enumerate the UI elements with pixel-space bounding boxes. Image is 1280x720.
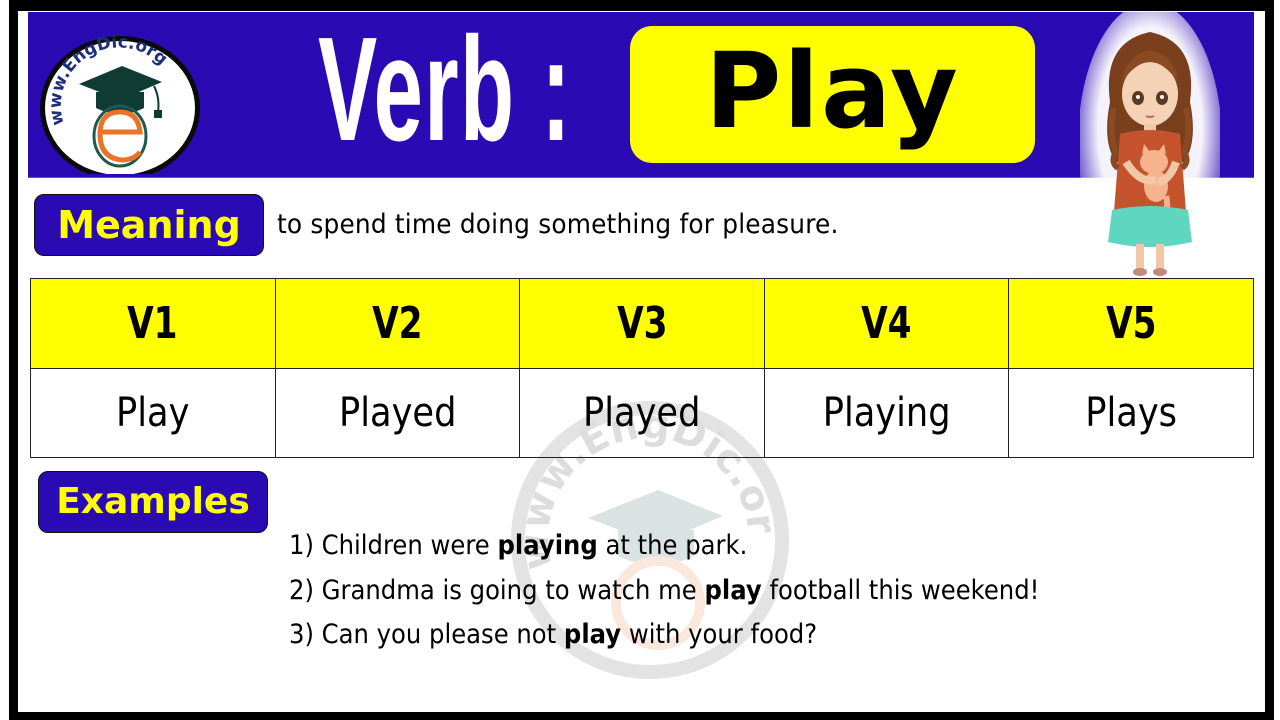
verb-forms-table: V1 V2 V3 V4 V5 Play Played Played Playin…: [30, 278, 1254, 458]
example-keyword: play: [704, 574, 762, 606]
example-item: 1) Children were playing at the park.: [289, 530, 748, 561]
example-item: 3) Can you please not play with your foo…: [289, 619, 818, 650]
table-row: Play Played Played Playing Plays: [30, 368, 1254, 458]
example-keyword: playing: [497, 530, 598, 561]
cell-v5: Plays: [1008, 368, 1254, 458]
example-item: 2) Grandma is going to watch me play foo…: [289, 574, 1040, 606]
header-v1: V1: [30, 278, 276, 369]
cell-v1: Play: [30, 368, 276, 458]
girl-holding-cat-illustration: [1080, 12, 1220, 280]
meaning-label: Meaning: [34, 194, 264, 256]
engdic-logo-icon[interactable]: www.EngDic.org: [34, 24, 202, 174]
header-v3: V3: [519, 278, 765, 369]
meaning-text: to spend time doing something for pleasu…: [277, 209, 839, 240]
header-v2: V2: [274, 278, 521, 369]
verb-label: Verb :: [318, 7, 572, 172]
header-v5: V5: [1008, 278, 1254, 369]
examples-list: 1) Children were playing at the park. 2)…: [289, 524, 1123, 658]
cell-v3: Played: [519, 368, 765, 458]
example-keyword: play: [563, 619, 622, 650]
cell-v4: Playing: [763, 368, 1010, 458]
table-header-row: V1 V2 V3 V4 V5: [30, 278, 1254, 369]
examples-label: Examples: [38, 471, 268, 533]
verb-word: Play: [705, 30, 960, 152]
cell-v2: Played: [274, 368, 521, 458]
header-v4: V4: [763, 278, 1010, 369]
